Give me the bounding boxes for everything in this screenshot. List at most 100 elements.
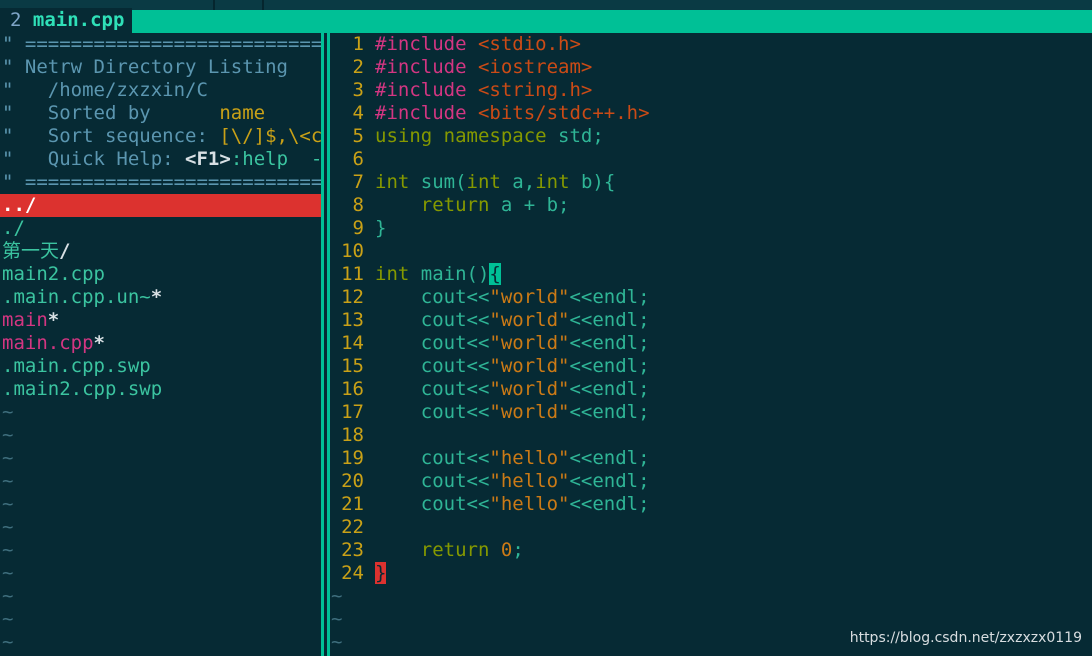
editor-pane[interactable]: 1 #include <stdio.h> 2 #include <iostream> 3… <box>331 33 1092 656</box>
empty-line-tilde: ~ <box>2 447 14 469</box>
line-number: 15 <box>341 355 364 377</box>
code-line[interactable]: 21 cout<<"hello"<<endl; <box>331 493 1092 516</box>
code-token: int <box>535 171 570 193</box>
netrw-entry[interactable]: main2.cpp <box>0 263 321 286</box>
quick-help-label: " Quick Help: <box>2 148 174 170</box>
code-line[interactable]: 18 <box>331 424 1092 447</box>
code-token: <stdio.h> <box>477 33 581 55</box>
netrw-header-quick-help: " Quick Help: <F1>:help -: <box>0 148 321 171</box>
code-line[interactable]: 20 cout<<"hello"<<endl; <box>331 470 1092 493</box>
code-token: int <box>375 171 410 193</box>
code-token: int <box>375 263 410 285</box>
netrw-entry[interactable]: .main.cpp.un~* <box>0 286 321 309</box>
netrw-header-sort-sequence: " Sort sequence: [\/]$,\<co <box>0 125 321 148</box>
netrw-pane[interactable]: " ============================ " Netrw D… <box>0 33 321 656</box>
code-token: cout<< <box>375 447 490 469</box>
netrw-entry[interactable]: 第一天/ <box>0 240 321 263</box>
quick-help-value: :help -: <box>230 148 321 170</box>
netrw-header-sorted-by: " Sorted by name <box>0 102 321 125</box>
code-token: cout<< <box>375 493 490 515</box>
empty-line-tilde: ~ <box>2 562 14 584</box>
netrw-entry[interactable]: ./ <box>0 217 321 240</box>
code-token: <bits/stdc++.h> <box>477 102 650 124</box>
line-number: 14 <box>341 332 364 354</box>
code-token: <<endl; <box>569 309 650 331</box>
netrw-empty-lines: ~ ~ ~ ~ ~ ~ ~ ~ ~ ~ ~ <box>0 401 321 654</box>
code-token: return <box>420 194 490 216</box>
code-line[interactable]: 3 #include <string.h> <box>331 79 1092 102</box>
code-line[interactable]: 16 cout<<"world"<<endl; <box>331 378 1092 401</box>
netrw-entry-selected[interactable]: ../ <box>0 194 321 217</box>
netrw-entry[interactable]: .main.cpp.swp <box>0 355 321 378</box>
code-token: { <box>489 263 501 285</box>
code-line[interactable]: 17 cout<<"world"<<endl; <box>331 401 1092 424</box>
code-line[interactable]: 19 cout<<"hello"<<endl; <box>331 447 1092 470</box>
code-line[interactable]: 11 int main(){ <box>331 263 1092 286</box>
code-line[interactable]: 24} <box>331 562 1092 585</box>
sort-sequence-label: " Sort sequence: <box>2 125 208 147</box>
tab-number: 2 <box>10 9 22 31</box>
tab-main-cpp[interactable]: 2 main.cpp <box>0 8 132 33</box>
code-buffer[interactable]: 1 #include <stdio.h> 2 #include <iostream> 3… <box>331 33 1092 585</box>
code-line[interactable]: 22 <box>331 516 1092 539</box>
code-line[interactable]: 7 int sum(int a,int b){ <box>331 171 1092 194</box>
tab-separator <box>262 0 264 10</box>
empty-line-tilde: ~ <box>2 424 14 446</box>
watermark: https://blog.csdn.net/zxzxzx0119 <box>849 630 1082 646</box>
tab-line-top-strip <box>0 0 1092 10</box>
code-line[interactable]: 6 <box>331 148 1092 171</box>
sorted-by-value: name <box>219 102 266 124</box>
code-token: "hello" <box>489 447 570 469</box>
code-token: <string.h> <box>477 79 593 101</box>
code-line[interactable]: 1 #include <stdio.h> <box>331 33 1092 56</box>
netrw-header-title: " Netrw Directory Listing <box>2 56 288 78</box>
netrw-entry-name: main.cpp <box>2 332 94 354</box>
line-number: 23 <box>341 539 364 561</box>
code-token: "hello" <box>489 470 570 492</box>
netrw-entry-name: .main.cpp.swp <box>2 355 151 377</box>
line-number: 8 <box>352 194 364 216</box>
code-token: cout<< <box>375 401 490 423</box>
netrw-entry-name: main <box>2 309 48 331</box>
empty-line-tilde: ~ <box>2 631 14 653</box>
line-number: 22 <box>341 516 364 538</box>
line-number: 4 <box>352 102 364 124</box>
code-line[interactable]: 9} <box>331 217 1092 240</box>
code-token: "world" <box>489 378 570 400</box>
netrw-entry-name: main2.cpp <box>2 263 105 285</box>
code-token: <<endl; <box>569 378 650 400</box>
code-token: <<endl; <box>569 332 650 354</box>
netrw-entry[interactable]: main.cpp* <box>0 332 321 355</box>
code-token: std; <box>546 125 604 147</box>
netrw-entry-suffix: * <box>47 309 60 331</box>
line-number: 17 <box>341 401 364 423</box>
code-token: <<endl; <box>569 355 650 377</box>
netrw-entry[interactable]: .main2.cpp.swp <box>0 378 321 401</box>
netrw-header-rule: " ============================ <box>2 33 321 55</box>
line-number: 3 <box>352 79 364 101</box>
code-token: <iostream> <box>477 56 593 78</box>
code-token: return <box>420 539 490 561</box>
code-line[interactable]: 23 return 0; <box>331 539 1092 562</box>
code-line[interactable]: 13 cout<<"world"<<endl; <box>331 309 1092 332</box>
code-line[interactable]: 4 #include <bits/stdc++.h> <box>331 102 1092 125</box>
line-number: 20 <box>341 470 364 492</box>
code-line[interactable]: 12 cout<<"world"<<endl; <box>331 286 1092 309</box>
vertical-split-divider[interactable] <box>321 33 331 656</box>
code-line[interactable]: 10 <box>331 240 1092 263</box>
netrw-entry-name: ../ <box>2 194 37 216</box>
code-token: <<endl; <box>569 470 650 492</box>
code-line[interactable]: 5 using namespace std; <box>331 125 1092 148</box>
sorted-by-label: " Sorted by <box>2 102 151 124</box>
netrw-entry[interactable]: main* <box>0 309 321 332</box>
line-number: 11 <box>341 263 364 285</box>
code-line[interactable]: 8 return a + b; <box>331 194 1092 217</box>
code-line[interactable]: 14 cout<<"world"<<endl; <box>331 332 1092 355</box>
code-line[interactable]: 15 cout<<"world"<<endl; <box>331 355 1092 378</box>
line-number: 18 <box>341 424 364 446</box>
code-token: #include <box>375 56 478 78</box>
code-token: <<endl; <box>569 493 650 515</box>
code-token: using namespace <box>375 125 547 147</box>
code-line[interactable]: 2 #include <iostream> <box>331 56 1092 79</box>
